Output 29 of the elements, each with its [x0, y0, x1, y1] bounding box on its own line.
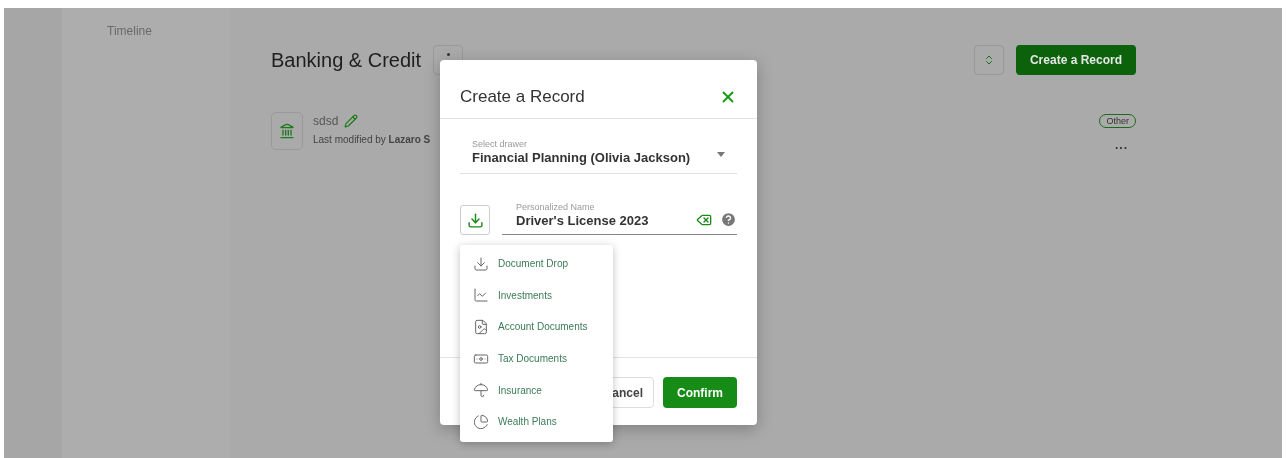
- caret-icon: [717, 152, 725, 157]
- confirm-button[interactable]: Confirm: [663, 377, 737, 408]
- menu-item[interactable]: Wealth Plans: [460, 405, 613, 438]
- name-input[interactable]: Driver's License 2023: [516, 213, 656, 228]
- drawer-select[interactable]: Select drawer Financial Planning (Olivia Jackson): [460, 135, 737, 174]
- umbrella-icon: [473, 382, 489, 399]
- page-title: Banking & Credit: [271, 48, 422, 72]
- more-menu[interactable]: ...: [1115, 138, 1128, 152]
- menu-item[interactable]: Tax Documents: [460, 342, 613, 375]
- menu-item[interactable]: Investments: [460, 279, 613, 312]
- menu-item[interactable]: Document Drop: [460, 248, 613, 280]
- field-label: Personalized Name: [516, 202, 596, 212]
- menu-item[interactable]: Account Documents: [460, 311, 613, 343]
- menu-item[interactable]: Insurance: [460, 374, 613, 406]
- dot-icon: [446, 52, 450, 56]
- pie-chart-icon: [473, 413, 489, 430]
- tray-download-icon: [466, 211, 484, 229]
- document-icon: [473, 319, 489, 335]
- tray-download-icon: [473, 255, 489, 272]
- dialog-title: Create a Record: [460, 87, 585, 107]
- clear-icon[interactable]: [696, 212, 712, 228]
- bank-icon: [279, 123, 295, 139]
- pencil-icon[interactable]: [344, 114, 359, 128]
- create-record-button[interactable]: Create a Record: [1015, 45, 1136, 75]
- record-name: sdsd: [313, 114, 339, 128]
- category-button[interactable]: [460, 205, 490, 235]
- modified-text: Last modified by Lazaro S: [313, 134, 431, 145]
- help-icon[interactable]: [720, 211, 737, 228]
- line-chart-icon: [473, 287, 489, 304]
